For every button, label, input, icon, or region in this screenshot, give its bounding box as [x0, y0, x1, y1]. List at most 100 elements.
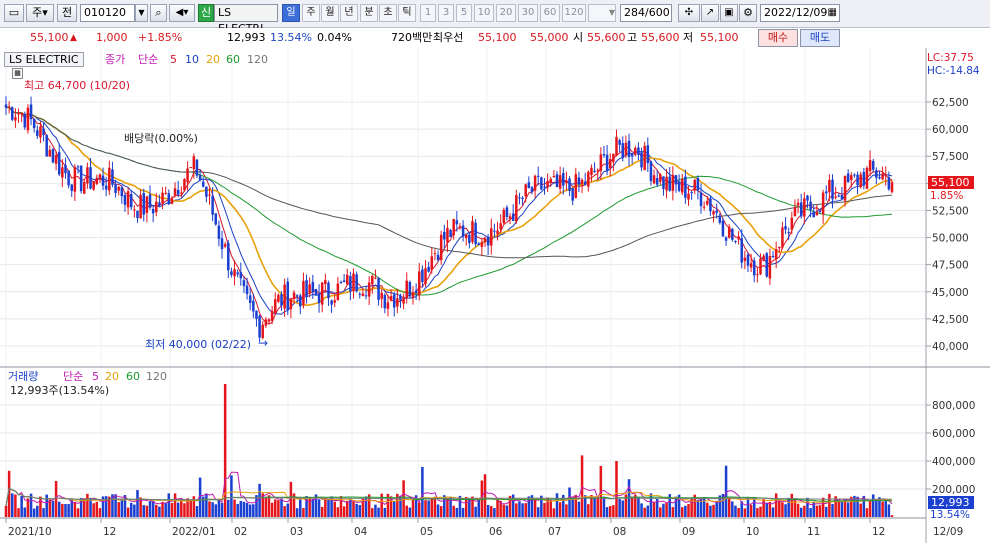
- volume-bar: [461, 507, 465, 517]
- best-ask: 55,100: [478, 31, 517, 44]
- candle-body: [230, 271, 233, 276]
- candle-body: [76, 166, 80, 168]
- volume-bar: [846, 502, 850, 517]
- candle-body: [136, 210, 139, 219]
- volume-tick-label: 600,000: [932, 428, 975, 440]
- candle-body: [233, 269, 236, 277]
- candle-body: [239, 272, 243, 279]
- volume-bar: [308, 497, 311, 517]
- candle-body: [674, 175, 678, 185]
- volume-bar: [64, 503, 67, 517]
- minute-3[interactable]: 3: [438, 4, 454, 22]
- crosshair-icon[interactable]: ✣: [678, 4, 700, 22]
- chart-area[interactable]: 62,50060,00057,50055,00052,50050,00047,5…: [0, 48, 990, 543]
- candle-body: [336, 283, 340, 300]
- stock-name-legend[interactable]: LS ELECTRIC: [4, 52, 84, 67]
- volume-bar: [211, 502, 214, 517]
- volume-bar: [821, 497, 825, 517]
- minute-30[interactable]: 30: [518, 4, 538, 22]
- minute-1[interactable]: 1: [420, 4, 436, 22]
- speaker-icon[interactable]: ◀▾: [169, 4, 195, 22]
- minute-60[interactable]: 60: [540, 4, 560, 22]
- volume-bar: [283, 506, 286, 517]
- candle-body: [536, 175, 540, 177]
- hc-label: HC:-14.84: [927, 65, 980, 77]
- volume-bar: [208, 501, 211, 517]
- candle-body: [54, 155, 58, 164]
- volume-bar: [183, 503, 186, 517]
- volume-bar: [646, 505, 650, 517]
- volume-bar: [295, 508, 299, 517]
- period-day[interactable]: 일: [282, 4, 300, 22]
- window-icon[interactable]: ▭: [4, 4, 24, 22]
- volume-bar: [709, 505, 712, 517]
- volume-bar: [759, 506, 762, 517]
- volume-bar: [14, 494, 17, 517]
- volume-bar: [36, 505, 39, 517]
- stock-code-input[interactable]: 010120: [80, 4, 135, 22]
- calendar-icon[interactable]: ▦: [828, 5, 837, 21]
- volume-bar: [837, 499, 841, 517]
- volume-bar: [11, 493, 14, 517]
- volume-bar: [439, 506, 443, 517]
- period-week[interactable]: 주: [302, 4, 320, 22]
- candle-body: [524, 184, 527, 197]
- candle-body: [662, 176, 665, 190]
- candle-body: [411, 292, 415, 298]
- period-minute[interactable]: 분: [360, 4, 378, 22]
- search-icon[interactable]: ⌕: [150, 4, 167, 22]
- count-display[interactable]: 284/600: [620, 4, 672, 22]
- volume-bar: [552, 508, 556, 517]
- market-select[interactable]: 주▾: [26, 4, 54, 22]
- candle-body: [183, 179, 186, 191]
- sell-button[interactable]: 매도: [800, 29, 840, 47]
- candle-body: [618, 140, 621, 145]
- volume-bar: [76, 508, 80, 517]
- candle-body: [605, 154, 609, 171]
- volume-bar: [452, 505, 455, 517]
- candle-body: [709, 198, 712, 212]
- volume-bar: [493, 508, 496, 517]
- period-month[interactable]: 월: [321, 4, 339, 22]
- candle-body: [45, 135, 48, 157]
- gear-icon[interactable]: ⚙: [739, 4, 757, 22]
- candle-body: [264, 319, 268, 326]
- candle-body: [483, 238, 487, 243]
- volume-bar: [136, 490, 139, 517]
- volume-bar: [45, 494, 48, 517]
- volume-ratio: 13.54%: [270, 31, 312, 44]
- chevron-down-icon[interactable]: ▼: [135, 4, 148, 22]
- volume-bar: [352, 501, 355, 517]
- buy-button[interactable]: 매수: [758, 29, 798, 47]
- chart-tool-icon[interactable]: ↗: [701, 4, 719, 22]
- volume-bar: [392, 500, 396, 517]
- period-tick[interactable]: 틱: [398, 4, 416, 22]
- minute-10[interactable]: 10: [474, 4, 494, 22]
- ma-type-legend: 단순: [138, 53, 159, 66]
- date-input[interactable]: 2022/12/09 ▦: [760, 4, 840, 22]
- save-icon[interactable]: ▣: [720, 4, 738, 22]
- minute-120[interactable]: 120: [562, 4, 586, 22]
- candle-body: [255, 310, 258, 319]
- quote-bar: 55,100 ▲ 1,000 +1.85% 12,993 13.54% 0.04…: [0, 28, 990, 49]
- grid-icon[interactable]: ▦: [12, 68, 23, 79]
- lc-label: LC:37.75: [927, 52, 974, 64]
- volume-bar: [593, 497, 596, 517]
- custom-period-select[interactable]: ▼: [588, 4, 616, 22]
- period-year[interactable]: 년: [340, 4, 358, 22]
- candle-body: [330, 300, 333, 305]
- candle-body: [161, 192, 164, 204]
- candle-body: [784, 226, 787, 230]
- volume-bar: [518, 501, 521, 517]
- volume-bar: [455, 507, 459, 517]
- period-second[interactable]: 초: [379, 4, 397, 22]
- price-volume-chart[interactable]: 62,50060,00057,50055,00052,50050,00047,5…: [0, 48, 990, 543]
- volume-bar: [871, 494, 875, 517]
- candle-body: [533, 175, 537, 191]
- volume-bar: [264, 497, 268, 517]
- minute-5[interactable]: 5: [456, 4, 472, 22]
- minute-20[interactable]: 20: [496, 4, 516, 22]
- candle-body: [731, 228, 734, 240]
- code-type-button[interactable]: 전: [57, 4, 77, 22]
- candle-body: [242, 280, 246, 287]
